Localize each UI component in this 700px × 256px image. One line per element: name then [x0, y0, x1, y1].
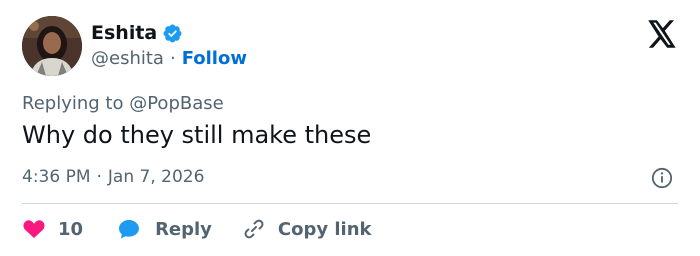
replying-to: Replying to @PopBase	[22, 93, 224, 114]
tweet-date: Jan 7, 2026	[107, 167, 205, 187]
author-display-name[interactable]: Eshita	[91, 22, 157, 44]
tweet-time: 4:36 PM	[22, 167, 91, 187]
avatar[interactable]	[22, 16, 82, 76]
reply-button[interactable]: Reply	[117, 217, 212, 241]
author-handle[interactable]: @eshita	[91, 48, 164, 69]
link-chain-icon	[244, 219, 264, 239]
replying-prefix: Replying to	[22, 93, 124, 114]
info-icon[interactable]	[651, 167, 673, 189]
heart-icon	[23, 220, 45, 238]
reply-bubble-icon	[119, 220, 140, 239]
verified-badge-icon	[163, 24, 182, 42]
tweet-timestamp[interactable]: 4:36 PM · Jan 7, 2026	[22, 167, 204, 187]
action-bar: 10 Reply Copy link	[22, 216, 372, 242]
profile-photo-icon	[22, 16, 82, 76]
follow-button[interactable]: Follow	[182, 48, 247, 69]
like-count: 10	[58, 218, 84, 240]
handle-separator: ·	[169, 48, 176, 69]
divider	[22, 203, 678, 204]
replying-mention[interactable]: @PopBase	[129, 93, 223, 114]
timestamp-separator: ·	[96, 167, 102, 187]
copy-link-label: Copy link	[277, 218, 372, 240]
copy-link-button[interactable]: Copy link	[242, 217, 372, 241]
x-logo-icon[interactable]	[647, 20, 677, 48]
tweet-text: Why do they still make these	[22, 121, 372, 149]
tweet-card: Eshita @eshita · Follow Replying to @Pop…	[0, 0, 700, 256]
author-name-row: Eshita	[91, 20, 183, 46]
author-handle-row: @eshita · Follow	[91, 48, 247, 69]
reply-label: Reply	[155, 218, 212, 240]
like-button[interactable]: 10	[22, 217, 83, 241]
